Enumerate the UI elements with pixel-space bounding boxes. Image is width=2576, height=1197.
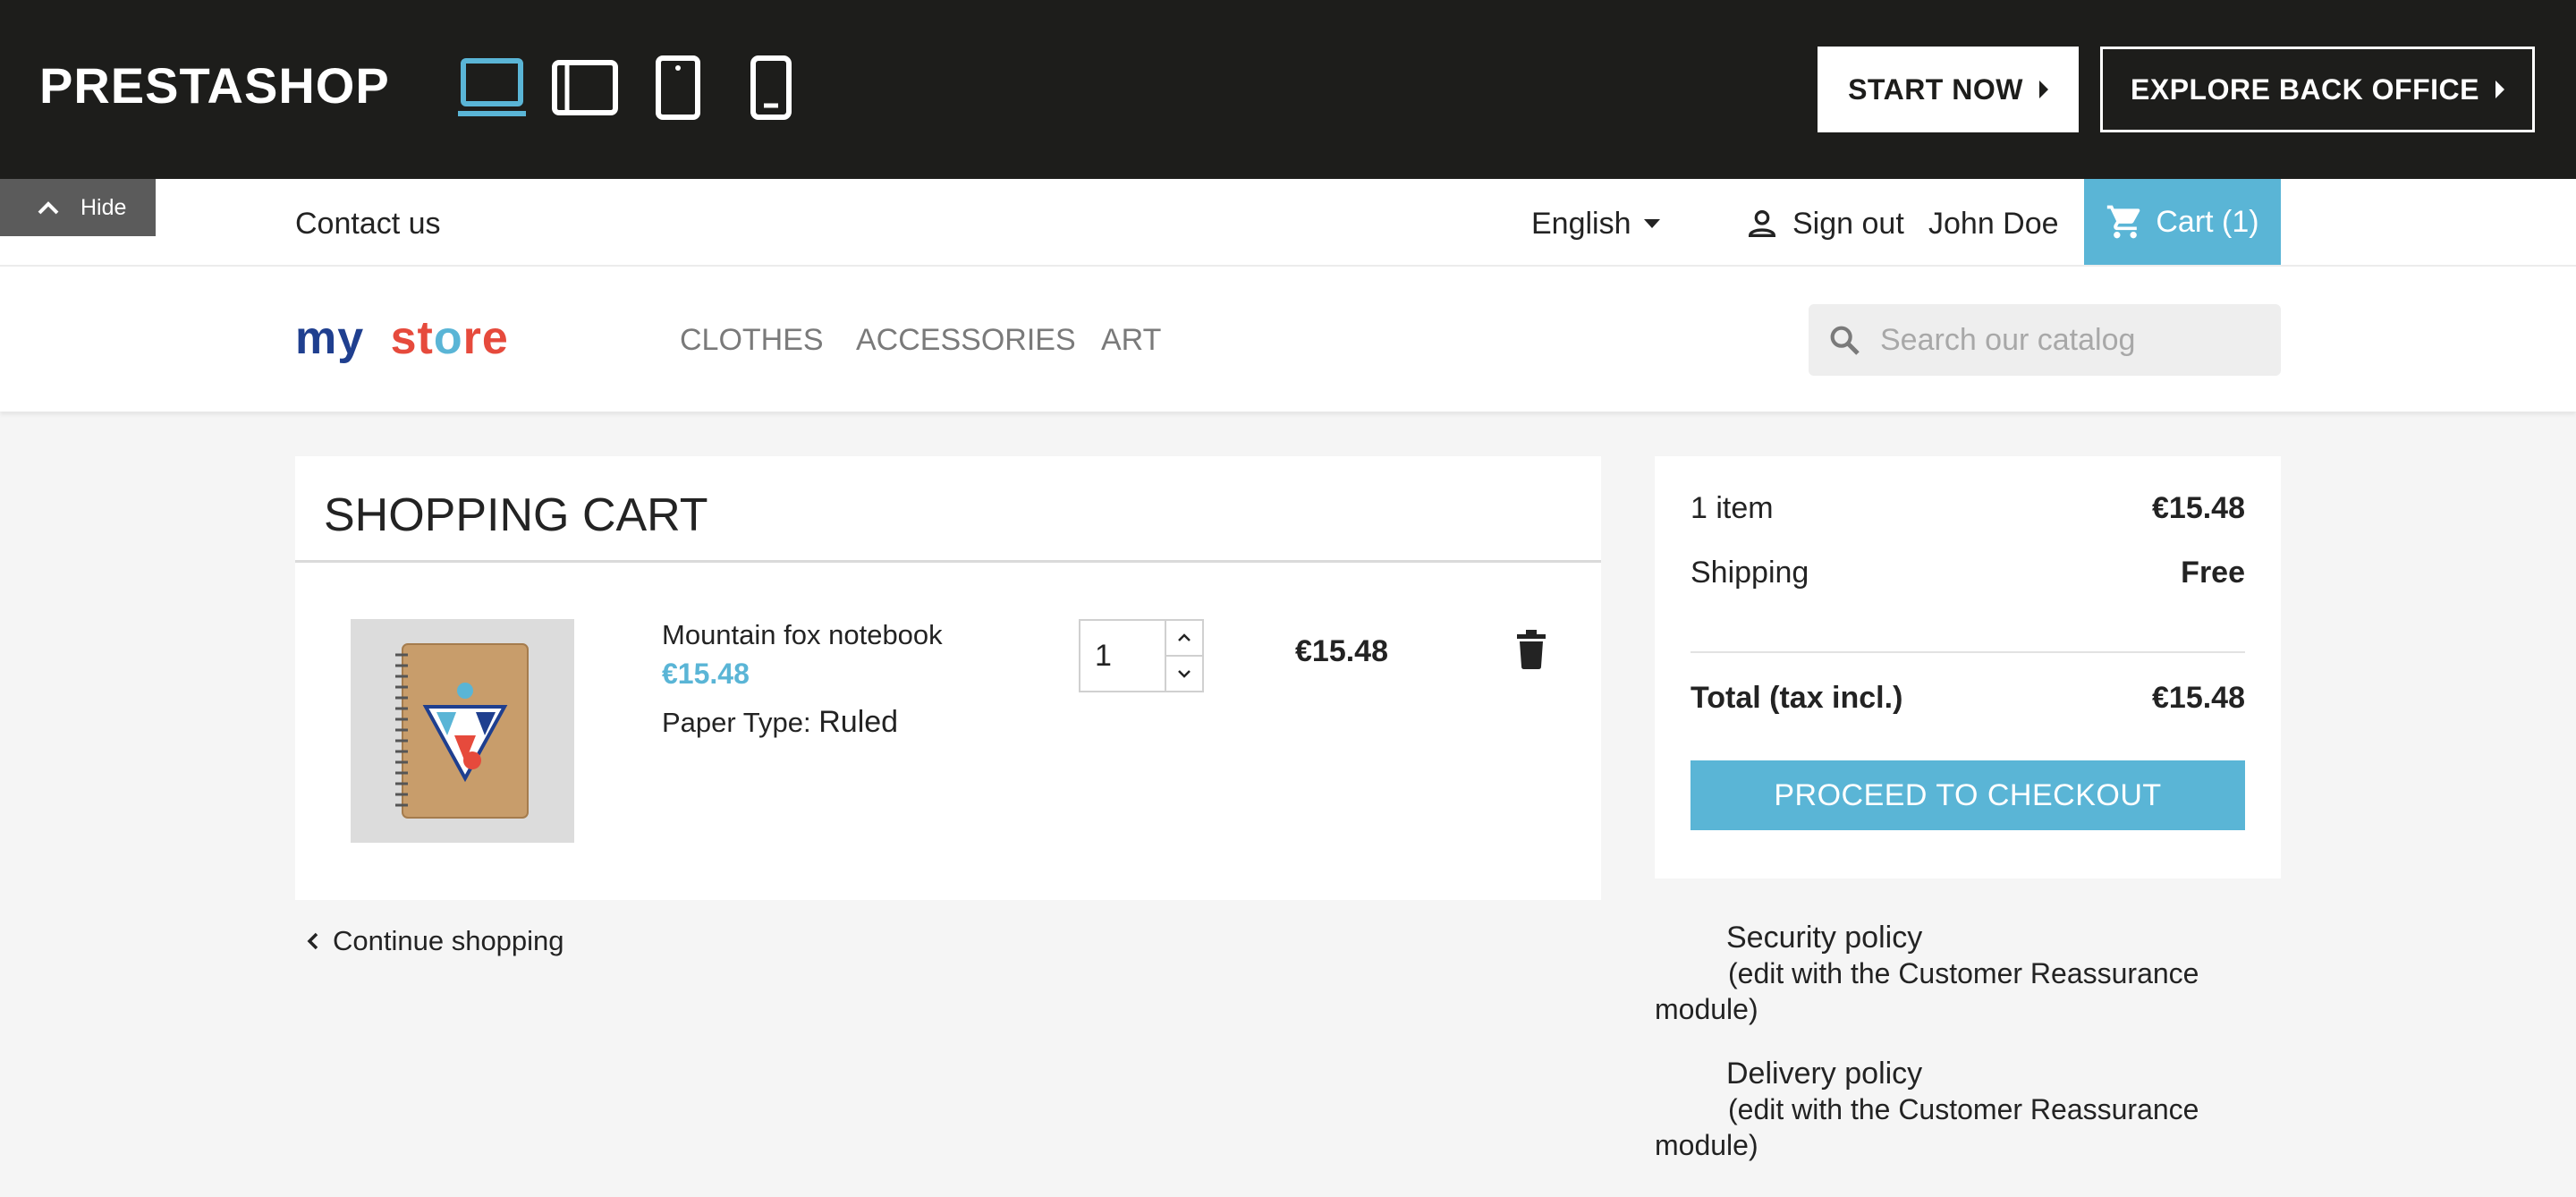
divider (1690, 651, 2245, 653)
product-attribute: Paper Type: Ruled (662, 703, 898, 742)
hide-toolbar-button[interactable]: Hide (0, 179, 156, 236)
quantity-buttons (1165, 621, 1202, 691)
tablet-landscape-icon[interactable] (551, 55, 619, 120)
line-total-price: €15.48 (1295, 634, 1388, 668)
sign-out-label: Sign out (1792, 207, 1904, 241)
search-box (1809, 304, 2281, 376)
cart-button[interactable]: Cart (1) (2084, 179, 2281, 265)
attribute-label: Paper Type: (662, 707, 811, 738)
product-unit-price: €15.48 (662, 658, 750, 690)
hide-label: Hide (80, 194, 127, 220)
mobile-icon[interactable] (748, 55, 794, 120)
product-image[interactable] (351, 619, 574, 843)
continue-shopping-label: Continue shopping (333, 925, 564, 956)
reassurance-description: (edit with the Customer Reassurance modu… (1655, 957, 2199, 1025)
product-name-link[interactable]: Mountain fox notebook (662, 617, 943, 653)
sign-out-link[interactable]: Sign out (1744, 204, 1904, 243)
logo-part: st (390, 312, 434, 364)
logo-part: re (462, 312, 509, 364)
search-input[interactable] (1880, 322, 2256, 358)
logo-part: my (295, 312, 365, 364)
search-icon[interactable] (1826, 322, 1862, 358)
explore-back-office-button[interactable]: EXPLORE BACK OFFICE (2100, 47, 2535, 132)
shipping-label: Shipping (1690, 556, 1809, 590)
prestashop-logo[interactable]: PRESTASHOP (39, 57, 390, 115)
items-value: €15.48 (2152, 491, 2245, 525)
page-title: SHOPPING CART (324, 489, 708, 541)
caret-down-icon (1643, 219, 1660, 228)
explore-label: EXPLORE BACK OFFICE (2131, 72, 2479, 106)
chevron-up-icon (38, 201, 59, 215)
divider (295, 560, 1601, 563)
delete-icon[interactable] (1515, 630, 1547, 669)
shopping-cart-panel: SHOPPING CART Mountain fox notebook €15.… (295, 456, 1601, 900)
contact-us-link[interactable]: Contact us (295, 204, 441, 243)
language-label: English (1531, 207, 1631, 241)
total-row: Total (tax incl.) €15.48 (1690, 678, 2245, 717)
caret-right-icon (2038, 81, 2048, 98)
cart-label: Cart (1) (2156, 204, 2259, 239)
items-label: 1 item (1690, 491, 1774, 525)
account-link[interactable]: John Doe (1928, 204, 2059, 243)
shipping-row: Shipping Free (1690, 553, 2245, 592)
start-now-label: START NOW (1848, 72, 2023, 106)
start-now-button[interactable]: START NOW (1818, 47, 2079, 132)
menu-accessories[interactable]: ACCESSORIES (856, 320, 1076, 360)
tablet-portrait-icon[interactable] (655, 55, 701, 120)
demo-toolbar: PRESTASHOP START NOW EXPLORE BACK OFFICE (0, 0, 2576, 179)
language-selector[interactable]: English (1531, 204, 1660, 243)
proceed-to-checkout-button[interactable]: PROCEED TO CHECKOUT (1690, 760, 2245, 830)
cart-summary: 1 item €15.48 Shipping Free Total (tax i… (1655, 456, 2281, 879)
attribute-value: Ruled (818, 705, 899, 739)
shipping-value: Free (2181, 556, 2245, 590)
quantity-decrease-button[interactable] (1166, 655, 1202, 691)
quantity-stepper (1079, 619, 1204, 692)
logo-part: o (433, 312, 463, 364)
menu-clothes[interactable]: CLOTHES (680, 320, 824, 360)
reassurance-title: Security policy (1726, 921, 1923, 955)
notebook-image (395, 643, 529, 819)
chevron-up-icon (1178, 633, 1191, 641)
total-value: €15.48 (2152, 681, 2245, 715)
top-nav: Contact us English Sign out John Doe Car… (0, 179, 2576, 267)
quantity-input[interactable] (1080, 621, 1165, 691)
user-icon (1748, 210, 1776, 237)
chevron-down-icon (1178, 670, 1191, 678)
menu-art[interactable]: ART (1101, 320, 1161, 360)
reassurance-title: Delivery policy (1726, 1057, 1923, 1091)
site-header: my store CLOTHES ACCESSORIES ART (0, 267, 2576, 412)
continue-shopping-link[interactable]: Continue shopping (306, 921, 564, 961)
reassurance-item: Delivery policy (edit with the Customer … (1655, 1056, 2281, 1163)
chevron-left-icon (307, 932, 318, 950)
store-logo[interactable]: my store (295, 310, 509, 367)
total-label: Total (tax incl.) (1690, 681, 1903, 715)
reassurance-description: (edit with the Customer Reassurance modu… (1655, 1093, 2199, 1161)
caret-right-icon (2495, 81, 2504, 98)
items-row: 1 item €15.48 (1690, 488, 2245, 528)
quantity-increase-button[interactable] (1166, 621, 1202, 655)
desktop-icon[interactable] (458, 55, 526, 120)
cart-icon (2107, 205, 2140, 239)
reassurance-item: Security policy (edit with the Customer … (1655, 920, 2281, 1027)
